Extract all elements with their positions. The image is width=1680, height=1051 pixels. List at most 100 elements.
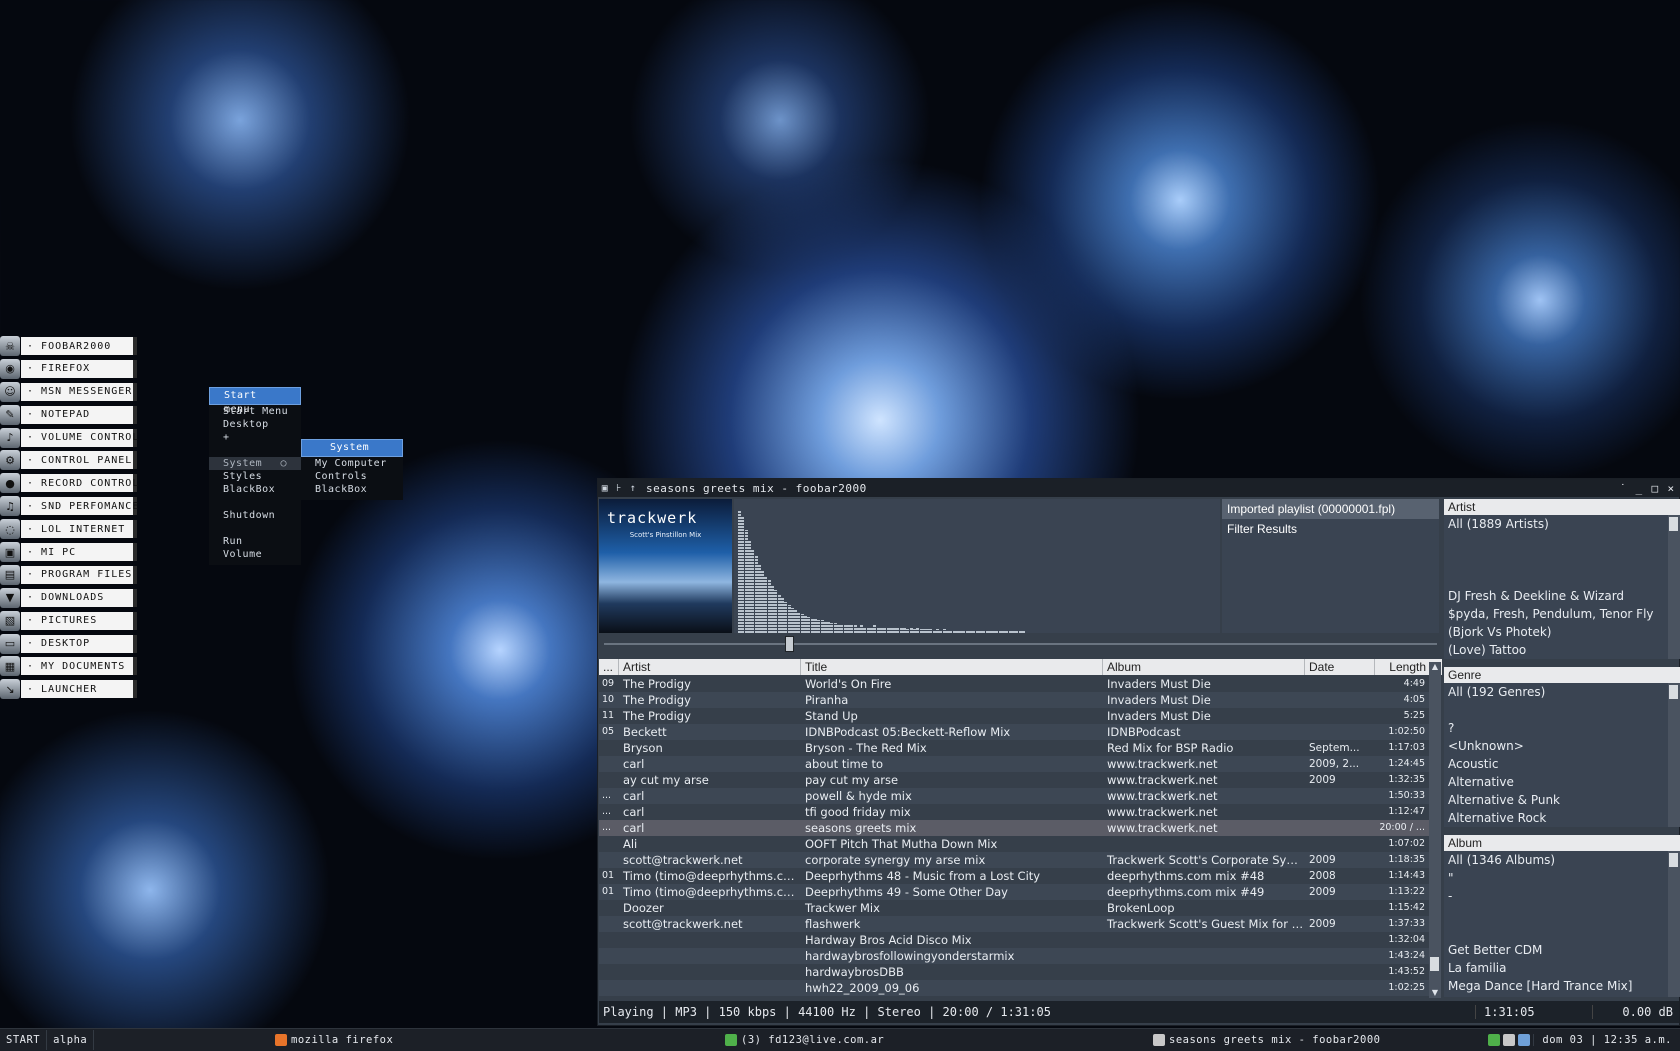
playlist-row[interactable]: Doozer Trackwer Mix BrokenLoop 1:15:42 — [599, 900, 1429, 916]
filter-artist-item[interactable]: (Bjork Vs Photek) — [1444, 623, 1680, 641]
close-button[interactable]: × — [1663, 482, 1679, 495]
pin-icon[interactable]: ⊦ — [612, 483, 626, 494]
filter-artist-item[interactable] — [1444, 551, 1680, 569]
launcher-item-foobar2000[interactable]: ☠ · FOOBAR2000 — [0, 336, 142, 356]
filter-album-item[interactable]: La familia — [1444, 959, 1680, 977]
menu-item-volume[interactable]: Volume — [209, 548, 301, 561]
foobar-tray-icon[interactable] — [1503, 1034, 1516, 1046]
playlist-row[interactable]: 10 The Prodigy Piranha Invaders Must Die 4:0… — [599, 692, 1429, 708]
raise-icon[interactable]: ↑ — [626, 483, 640, 494]
filter-genre-item[interactable]: Alternative & Punk — [1444, 791, 1680, 809]
launcher-item-snd-perfomance[interactable]: ♫ · SND PERFOMANCE — [0, 496, 142, 517]
launcher-item-pictures[interactable]: ▧ · PICTURES — [0, 610, 142, 631]
playlist-row[interactable]: ... carl powell & hyde mix www.trackwerk.ne… — [599, 788, 1429, 804]
launcher-item-msn-messenger[interactable]: ☺ · MSN MESSENGER — [0, 381, 142, 402]
filter-genre-scrollbar[interactable] — [1668, 683, 1680, 827]
seek-bar[interactable] — [604, 636, 1437, 652]
launcher-item-my-documents[interactable]: ▦ · MY DOCUMENTS — [0, 656, 142, 677]
column-date[interactable]: Date — [1305, 659, 1375, 675]
filter-album-item[interactable]: " — [1444, 869, 1680, 887]
filter-genre-scroll-thumb[interactable] — [1669, 685, 1678, 699]
menu-item-blackbox-sub[interactable]: BlackBox — [301, 483, 403, 496]
playlist-tab-filter-results[interactable]: Filter Results — [1222, 519, 1439, 539]
menu-item-styles[interactable]: Styles — [209, 470, 301, 483]
filter-album-scroll-thumb[interactable] — [1669, 853, 1678, 867]
playlist-row[interactable]: carl about time to www.trackwerk.net 2009, … — [599, 756, 1429, 772]
filter-artist-item[interactable]: $pyda, Fresh, Pendulum, Tenor Fly — [1444, 605, 1680, 623]
filter-genre-item[interactable]: Alternative Rock — [1444, 809, 1680, 827]
playlist-scroll-thumb[interactable] — [1430, 957, 1439, 971]
filter-genre-item[interactable]: ? — [1444, 719, 1680, 737]
filter-genre-header[interactable]: Genre — [1444, 667, 1680, 683]
playlist-row[interactable]: 01 Timo (timo@deeprhythms.com) Deeprhythms… — [599, 884, 1429, 900]
filter-artist-item[interactable] — [1444, 569, 1680, 587]
launcher-item-notepad[interactable]: ✎ · NOTEPAD — [0, 404, 142, 425]
menu-item-start-menu[interactable]: Start Menu — [209, 405, 301, 418]
playlist-row[interactable]: hardwaybrosfollowingyonderstarmix 1:43:24 — [599, 948, 1429, 964]
scroll-up-icon[interactable]: ▲ — [1429, 662, 1441, 672]
filter-genre-item[interactable]: Acoustic — [1444, 755, 1680, 773]
menu-item-system[interactable]: System ○ — [209, 457, 301, 470]
filter-artist-item[interactable]: (Love) Tattoo — [1444, 641, 1680, 659]
workspace-name[interactable]: alpha — [47, 1030, 95, 1050]
app-menu-icon[interactable]: ▣ — [598, 483, 612, 494]
filter-genre-item[interactable]: All (192 Genres) — [1444, 683, 1680, 701]
filter-album-scrollbar[interactable] — [1668, 851, 1680, 997]
seek-handle[interactable] — [785, 636, 794, 652]
launcher-item-desktop[interactable]: ▭ · DESKTOP — [0, 633, 142, 654]
menu-item-my-computer[interactable]: My Computer — [301, 457, 403, 470]
menu-item-desktop[interactable]: Desktop — [209, 418, 301, 431]
window-titlebar[interactable]: ▣ ⊦ ↑ seasons greets mix - foobar2000 ˙ … — [598, 479, 1679, 497]
task-firefox[interactable]: mozilla firefox — [275, 1030, 393, 1050]
launcher-item-control-panel[interactable]: ⚙ · CONTROL PANEL — [0, 450, 142, 471]
launcher-item-program-files[interactable]: ▤ · PROGRAM FILES — [0, 564, 142, 585]
menu-item-run[interactable]: Run — [209, 535, 301, 548]
playlist-row[interactable]: 11 The Prodigy Stand Up Invaders Must Die 5:… — [599, 708, 1429, 724]
network-icon[interactable] — [1488, 1034, 1501, 1046]
filter-album-item[interactable]: Get Better CDM — [1444, 941, 1680, 959]
filter-album-item[interactable]: - — [1444, 887, 1680, 905]
volume-readout[interactable]: 0.00 dB — [1592, 1005, 1679, 1019]
playlist-row[interactable]: hwh22_2009_09_06 1:02:25 — [599, 980, 1429, 996]
task-msn[interactable]: (3) fd123@live.com.ar — [725, 1030, 884, 1050]
filter-artist-header[interactable]: Artist — [1444, 499, 1680, 515]
filter-album-item[interactable] — [1444, 905, 1680, 923]
playlist-scrollbar[interactable]: ▲ ▼ — [1429, 662, 1441, 998]
launcher-item-volume-control[interactable]: ♪ · VOLUME CONTROL — [0, 427, 142, 448]
filter-album-header[interactable]: Album — [1444, 835, 1680, 851]
playlist-row[interactable]: Bryson Bryson - The Red Mix Red Mix for BS… — [599, 740, 1429, 756]
maximize-button[interactable]: □ — [1647, 482, 1663, 495]
scroll-down-icon[interactable]: ▼ — [1429, 988, 1441, 998]
playlist-row[interactable]: 01 Timo (timo@deeprhythms.com) Deeprhythms… — [599, 868, 1429, 884]
filter-artist-scrollbar[interactable] — [1668, 515, 1680, 659]
column-title[interactable]: Title — [801, 659, 1103, 675]
playlist-row[interactable]: 09 The Prodigy World's On Fire Invaders Mus… — [599, 676, 1429, 692]
menu-item-shutdown[interactable]: Shutdown — [209, 509, 301, 522]
playlist-row-playing[interactable]: ... carl seasons greets mix www.trackwerk.n… — [599, 820, 1429, 836]
playlist-row[interactable]: ay cut my arse pay cut my arse www.trackwe… — [599, 772, 1429, 788]
start-button[interactable]: START — [0, 1030, 48, 1050]
filter-genre-item[interactable]: <Unknown> — [1444, 737, 1680, 755]
playlist-row[interactable]: ... carl tfi good friday mix www.trackwerk.… — [599, 804, 1429, 820]
clock[interactable]: dom 03 | 12:35 a.m. — [1533, 1034, 1680, 1046]
filter-artist-item[interactable]: All (1889 Artists) — [1444, 515, 1680, 533]
filter-artist-item[interactable] — [1444, 533, 1680, 551]
launcher-item-downloads[interactable]: ▼ · DOWNLOADS — [0, 587, 142, 608]
playlist-row[interactable]: 05 Beckett IDNBPodcast 05:Beckett-Reflow M… — [599, 724, 1429, 740]
filter-album-item[interactable]: Mega Dance [Hard Trance Mix] — [1444, 977, 1680, 995]
playlist-row[interactable]: Hardway Bros Acid Disco Mix 1:32:04 — [599, 932, 1429, 948]
column-number[interactable]: ... — [599, 659, 619, 675]
launcher-item-mi-pc[interactable]: ▣ · MI PC — [0, 542, 142, 563]
launcher-item-firefox[interactable]: ◉ · FIREFOX — [0, 358, 142, 379]
monitor-icon[interactable] — [1518, 1034, 1531, 1046]
column-album[interactable]: Album — [1103, 659, 1305, 675]
playlist-tab-imported[interactable]: Imported playlist (00000001.fpl) — [1222, 499, 1439, 519]
filter-genre-item[interactable] — [1444, 701, 1680, 719]
column-artist[interactable]: Artist — [619, 659, 801, 675]
playlist-row[interactable]: scott@trackwerk.net flashwerk Trackwerk Sc… — [599, 916, 1429, 932]
playlist-row[interactable]: scott@trackwerk.net corporate synergy my … — [599, 852, 1429, 868]
filter-album-item[interactable]: All (1346 Albums) — [1444, 851, 1680, 869]
playlist-row[interactable]: Ali OOFT Pitch That Mutha Down Mix 1:07:02 — [599, 836, 1429, 852]
task-foobar[interactable]: seasons greets mix - foobar2000 — [1153, 1030, 1380, 1050]
filter-artist-scroll-thumb[interactable] — [1669, 517, 1678, 531]
